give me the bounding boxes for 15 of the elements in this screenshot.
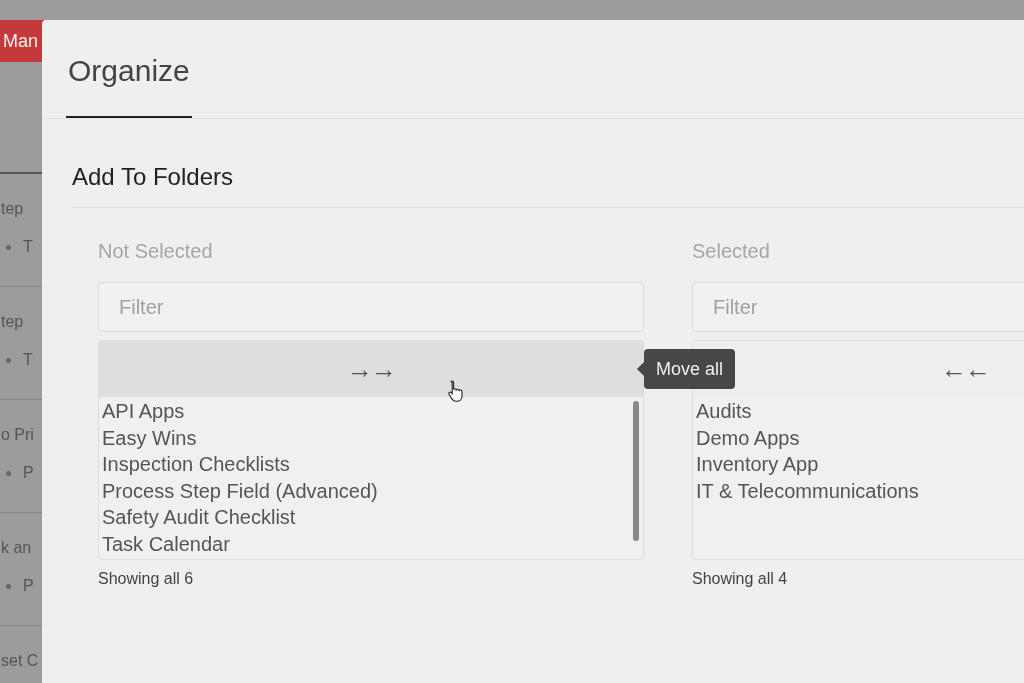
- row-title: tep: [1, 313, 25, 331]
- list-count: Showing all 6: [98, 570, 195, 588]
- row-title: tep: [1, 200, 25, 218]
- row-title: set C: [1, 652, 40, 670]
- row-detail: P: [23, 577, 34, 595]
- row-detail: P: [23, 464, 34, 482]
- list-label: Not Selected: [98, 240, 214, 264]
- row-title: k an: [1, 539, 33, 557]
- row-title: o Pri: [1, 426, 35, 444]
- tooltip: Move all: [644, 349, 736, 389]
- list-label: Selected: [692, 240, 771, 264]
- list-count: Showing all 4: [692, 570, 789, 588]
- section-title: Add To Folders: [72, 119, 1024, 208]
- row-detail: T: [23, 238, 33, 256]
- row-detail: T: [23, 351, 33, 369]
